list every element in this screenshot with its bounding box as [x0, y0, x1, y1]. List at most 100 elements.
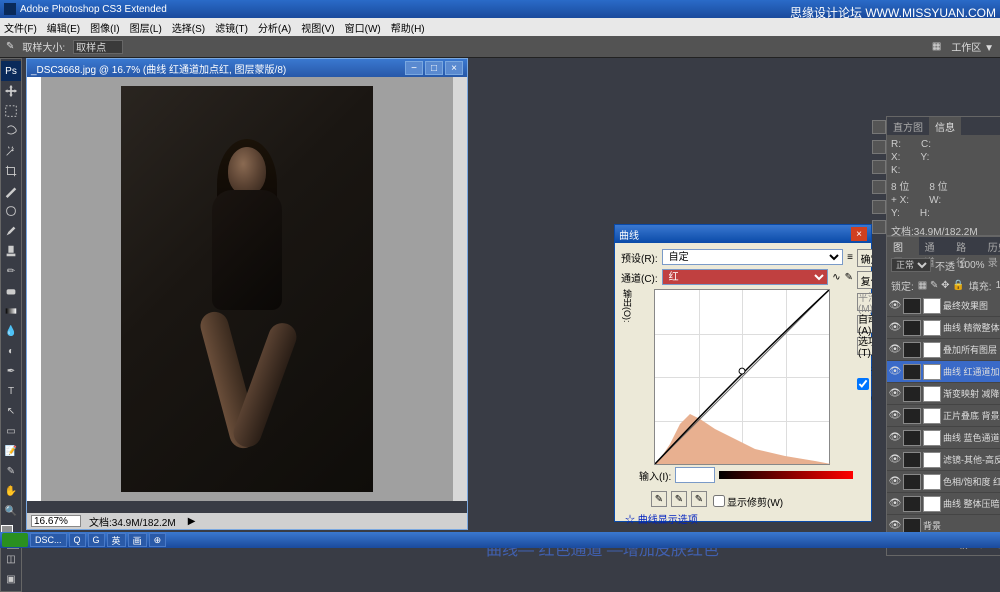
tab-info[interactable]: 信息: [929, 117, 961, 135]
close-button[interactable]: ×: [445, 61, 463, 75]
taskbar-item[interactable]: DSC...: [30, 533, 67, 547]
stamp-tool[interactable]: [1, 241, 21, 261]
pen-tool[interactable]: ✒: [1, 361, 21, 381]
paragraph-icon[interactable]: [872, 220, 886, 234]
curve-pencil-icon[interactable]: ✎: [845, 272, 853, 283]
start-button[interactable]: [2, 533, 28, 547]
gray-point-eyedropper[interactable]: ✎: [671, 491, 687, 507]
preset-menu-icon[interactable]: ≡: [847, 252, 853, 263]
curve-graph[interactable]: [654, 289, 830, 465]
menu-file[interactable]: 文件(F): [4, 20, 37, 35]
screenmode-toggle[interactable]: ▣: [1, 569, 21, 589]
layer-row[interactable]: 👁 曲线 蓝色通道暗部: [887, 427, 1000, 449]
sample-dropdown[interactable]: [73, 40, 123, 54]
opacity-value[interactable]: 100%: [959, 260, 985, 271]
input-value[interactable]: [675, 467, 715, 483]
layer-row[interactable]: 👁 叠加所有图层 然后精修肤质感: [887, 339, 1000, 361]
brush-tool[interactable]: [1, 221, 21, 241]
move-tool[interactable]: [1, 81, 21, 101]
taskbar-ime-g[interactable]: G: [88, 533, 105, 547]
type-tool[interactable]: T: [1, 381, 21, 401]
menu-edit[interactable]: 编辑(E): [47, 20, 80, 35]
visibility-icon[interactable]: 👁: [889, 520, 901, 532]
hand-tool[interactable]: ✋: [1, 481, 21, 501]
show-clip-checkbox[interactable]: [713, 495, 725, 507]
crop-tool[interactable]: [1, 161, 21, 181]
blur-tool[interactable]: 💧: [1, 321, 21, 341]
navigator-icon[interactable]: [872, 120, 886, 134]
layer-row[interactable]: 👁 正片叠底 背景压缩: [887, 405, 1000, 427]
document-titlebar[interactable]: _DSC3668.jpg @ 16.7% (曲线 红通道加点红, 图层蒙版/8)…: [27, 59, 467, 77]
layer-row[interactable]: 👁 滤镜-其他-高反差保留-叠加: [887, 449, 1000, 471]
history-brush-tool[interactable]: ✏: [1, 261, 21, 281]
layer-row[interactable]: 👁 色相/饱和度 红色: [887, 471, 1000, 493]
menu-select[interactable]: 选择(S): [172, 20, 205, 35]
white-point-eyedropper[interactable]: ✎: [691, 491, 707, 507]
color-icon[interactable]: [872, 140, 886, 154]
layer-row[interactable]: 👁 曲线 精微整体提亮: [887, 317, 1000, 339]
menu-view[interactable]: 视图(V): [301, 20, 334, 35]
marquee-tool[interactable]: [1, 101, 21, 121]
heal-tool[interactable]: [1, 201, 21, 221]
canvas[interactable]: [41, 77, 453, 501]
zoom-input[interactable]: [31, 515, 81, 527]
workspace-dropdown[interactable]: 工作区 ▼: [951, 39, 994, 54]
visibility-icon[interactable]: 👁: [889, 322, 901, 334]
visibility-icon[interactable]: 👁: [889, 366, 901, 378]
curve-display-options[interactable]: ☆ 曲线显示选项: [625, 511, 853, 526]
styles-icon[interactable]: [872, 180, 886, 194]
visibility-icon[interactable]: 👁: [889, 388, 901, 400]
dodge-tool[interactable]: ◐: [1, 341, 21, 361]
menu-layer[interactable]: 图层(L): [130, 20, 162, 35]
visibility-icon[interactable]: 👁: [889, 344, 901, 356]
curves-close-button[interactable]: ×: [851, 227, 867, 241]
black-point-eyedropper[interactable]: ✎: [651, 491, 667, 507]
taskbar-ime-lang[interactable]: 英: [107, 533, 126, 547]
curve-point-icon[interactable]: ∿: [832, 272, 840, 283]
palette-toggle-icon[interactable]: ▦: [932, 41, 941, 52]
channel-dropdown[interactable]: 红: [662, 269, 829, 285]
taskbar-ime-q[interactable]: Q: [69, 533, 86, 547]
tab-layers[interactable]: 图层: [887, 237, 919, 255]
menu-filter[interactable]: 滤镜(T): [215, 20, 248, 35]
slice-tool[interactable]: [1, 181, 21, 201]
notes-tool[interactable]: 📝: [1, 441, 21, 461]
eyedropper-tool[interactable]: ✎: [1, 461, 21, 481]
visibility-icon[interactable]: 👁: [889, 476, 901, 488]
tab-history[interactable]: 历史记录: [982, 237, 1000, 255]
visibility-icon[interactable]: 👁: [889, 454, 901, 466]
layer-row[interactable]: 👁 渐变映射 减降饱和: [887, 383, 1000, 405]
curves-titlebar[interactable]: 曲线 ×: [615, 225, 871, 243]
minimize-button[interactable]: −: [405, 61, 423, 75]
visibility-icon[interactable]: 👁: [889, 300, 901, 312]
scrollbar-vertical[interactable]: [453, 77, 467, 501]
lasso-tool[interactable]: [1, 121, 21, 141]
visibility-icon[interactable]: 👁: [889, 432, 901, 444]
taskbar-ime-plus[interactable]: ⊕: [149, 533, 167, 547]
menu-image[interactable]: 图像(I): [90, 20, 119, 35]
taskbar-ime-draw[interactable]: 画: [128, 533, 147, 547]
preview-checkbox[interactable]: [857, 378, 869, 390]
menu-window[interactable]: 窗口(W): [345, 20, 381, 35]
maximize-button[interactable]: □: [425, 61, 443, 75]
menu-analysis[interactable]: 分析(A): [258, 20, 291, 35]
visibility-icon[interactable]: 👁: [889, 498, 901, 510]
tab-histogram[interactable]: 直方图: [887, 117, 929, 135]
lock-icons[interactable]: ▦ ✎ ✥ 🔒: [918, 280, 965, 291]
tab-paths[interactable]: 路径: [950, 237, 982, 255]
swatches-icon[interactable]: [872, 160, 886, 174]
layer-row[interactable]: 👁 最终效果图: [887, 295, 1000, 317]
fill-value[interactable]: 100%: [996, 280, 1000, 291]
shape-tool[interactable]: ▭: [1, 421, 21, 441]
layer-row[interactable]: 👁 曲线 红通道加点红: [887, 361, 1000, 383]
path-tool[interactable]: ↖: [1, 401, 21, 421]
wand-tool[interactable]: [1, 141, 21, 161]
visibility-icon[interactable]: 👁: [889, 410, 901, 422]
menu-help[interactable]: 帮助(H): [391, 20, 425, 35]
quickmask-toggle[interactable]: ◫: [1, 549, 21, 569]
tab-channels[interactable]: 通道: [919, 237, 951, 255]
layer-row[interactable]: 👁 曲线 整体压暗: [887, 493, 1000, 515]
zoom-tool[interactable]: 🔍: [1, 501, 21, 521]
gradient-tool[interactable]: [1, 301, 21, 321]
blend-mode-dropdown[interactable]: 正常: [891, 258, 931, 272]
